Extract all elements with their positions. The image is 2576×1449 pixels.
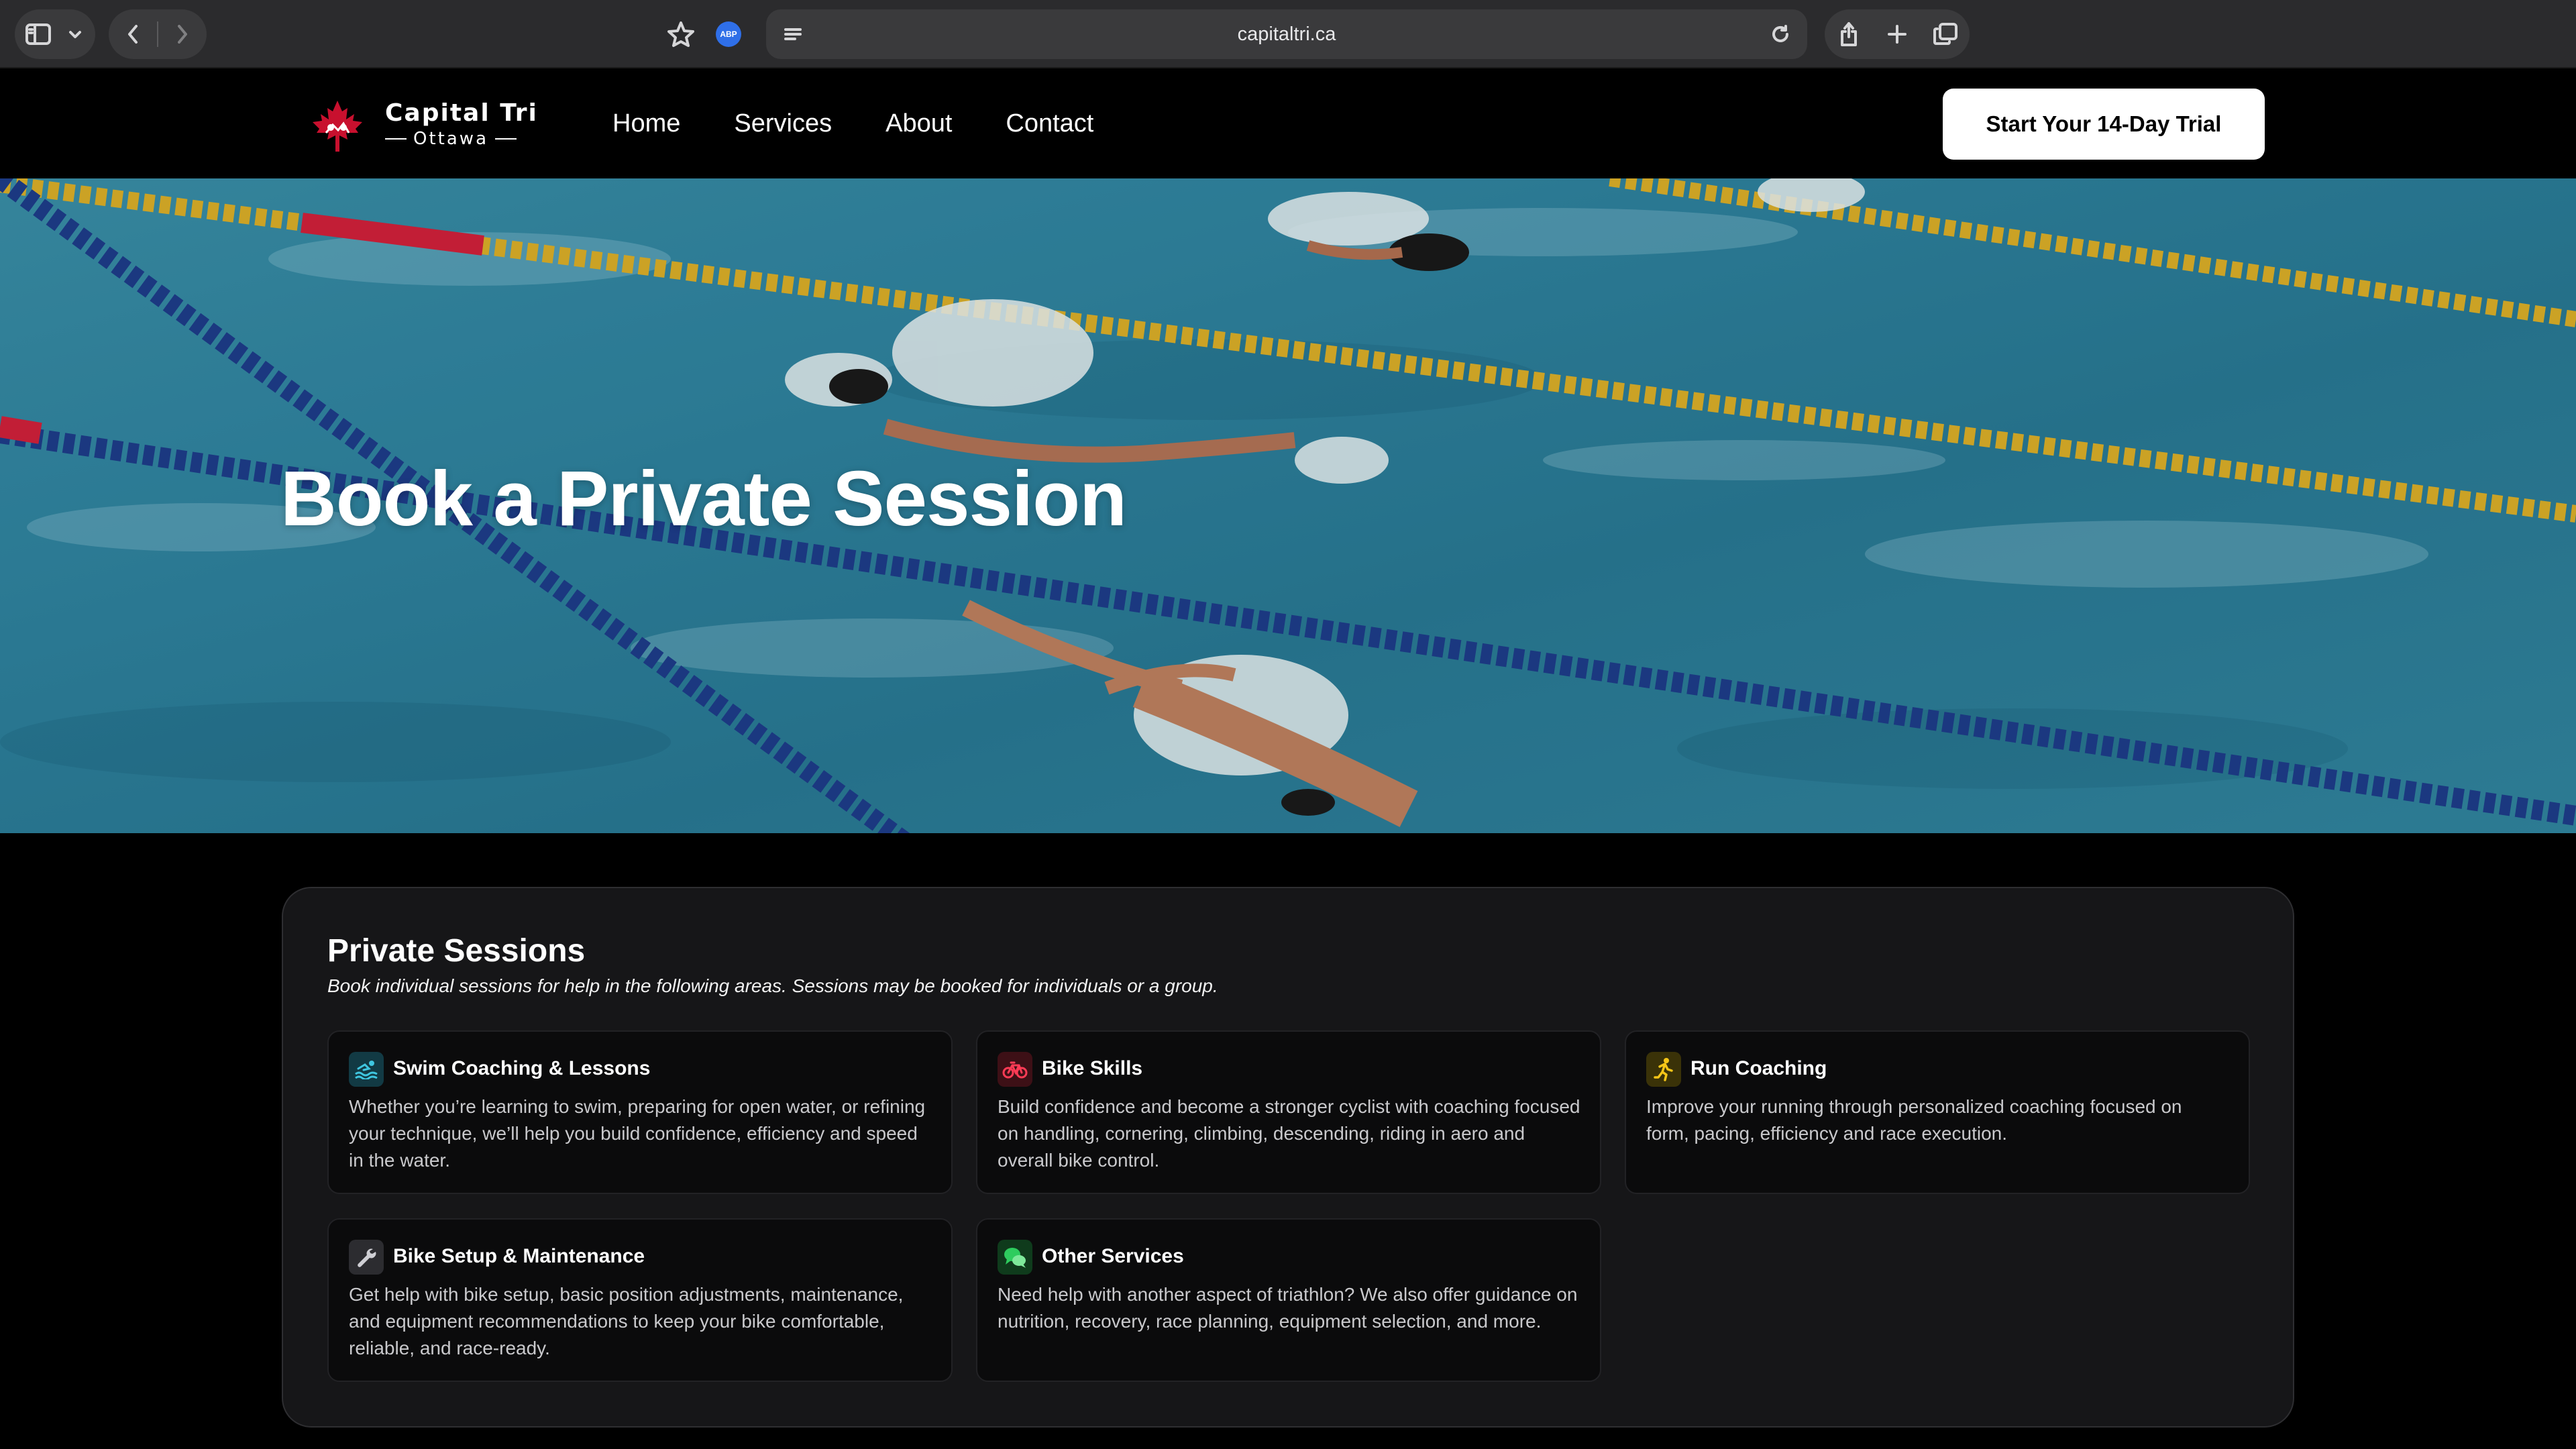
sidebar-toggle-group: [15, 9, 95, 59]
nav-services[interactable]: Services: [734, 109, 832, 138]
logo-city-text: Ottawa: [413, 129, 488, 149]
card-bike-skills[interactable]: Bike Skills Build confidence and become …: [976, 1030, 1601, 1194]
card-text: Get help with bike setup, basic position…: [349, 1284, 904, 1358]
bookmark-star-icon[interactable]: [656, 9, 706, 59]
share-icon[interactable]: [1825, 9, 1873, 59]
card-text: Improve your running through personalize…: [1646, 1096, 2182, 1144]
logo-name: Capital Tri: [385, 99, 538, 127]
private-sessions-panel: Private Sessions Book individual session…: [282, 887, 2294, 1428]
chevron-down-icon[interactable]: [62, 9, 89, 59]
maple-leaf-icon: [309, 98, 366, 159]
history-nav-group: [109, 9, 207, 59]
chevron-left-icon: [128, 25, 138, 44]
nav-home[interactable]: Home: [612, 109, 680, 138]
wrench-icon: [349, 1240, 384, 1275]
bicycle-icon: [998, 1052, 1032, 1087]
card-title: Bike Setup & Maintenance: [393, 1245, 645, 1267]
new-tab-plus-icon[interactable]: [1873, 9, 1921, 59]
card-title: Bike Skills: [1042, 1057, 1143, 1079]
address-bar[interactable]: capitaltri.ca: [766, 9, 1807, 59]
card-text: Whether you’re learning to swim, prepari…: [349, 1096, 926, 1171]
card-other-services[interactable]: Other Services Need help with another as…: [976, 1218, 1601, 1382]
logo-city: Ottawa: [385, 129, 517, 149]
reload-icon[interactable]: [1766, 9, 1795, 59]
sessions-title: Private Sessions: [327, 933, 586, 969]
site-header: Capital Tri Ottawa Home Services About C…: [0, 68, 2576, 178]
start-trial-button[interactable]: Start Your 14-Day Trial: [1943, 89, 2265, 160]
swimmer-icon: [349, 1052, 384, 1087]
chat-bubbles-icon: [998, 1240, 1032, 1275]
hero-title: Book a Private Session: [280, 455, 1127, 542]
site-logo[interactable]: Capital Tri Ottawa: [309, 95, 537, 152]
card-text: Need help with another aspect of triathl…: [998, 1284, 1578, 1332]
card-swim-coaching[interactable]: Swim Coaching & Lessons Whether you’re l…: [327, 1030, 953, 1194]
runner-icon: [1646, 1052, 1681, 1087]
url-text[interactable]: capitaltri.ca: [766, 9, 1807, 59]
hero-banner: Book a Private Session: [0, 178, 2576, 833]
sessions-subtitle: Book individual sessions for help in the…: [327, 975, 1218, 996]
browser-toolbar: ABP capitaltri.ca: [0, 0, 2576, 68]
main-nav: Home Services About Contact: [612, 68, 1093, 178]
tab-overview-icon[interactable]: [1921, 9, 1970, 59]
card-text: Build confidence and become a stronger c…: [998, 1096, 1580, 1171]
tab-actions-group: [1825, 9, 1970, 59]
chevron-right-icon: [178, 25, 187, 44]
nav-about[interactable]: About: [885, 109, 952, 138]
card-run-coaching[interactable]: Run Coaching Improve your running throug…: [1625, 1030, 2250, 1194]
back-button[interactable]: [109, 9, 157, 59]
card-title: Run Coaching: [1690, 1057, 1827, 1079]
card-title: Swim Coaching & Lessons: [393, 1057, 651, 1079]
card-title: Other Services: [1042, 1245, 1184, 1267]
adblock-extension-icon[interactable]: ABP: [714, 9, 743, 59]
nav-contact[interactable]: Contact: [1006, 109, 1093, 138]
card-bike-setup[interactable]: Bike Setup & Maintenance Get help with b…: [327, 1218, 953, 1382]
forward-button[interactable]: [158, 9, 207, 59]
sidebar-icon[interactable]: [15, 9, 62, 59]
